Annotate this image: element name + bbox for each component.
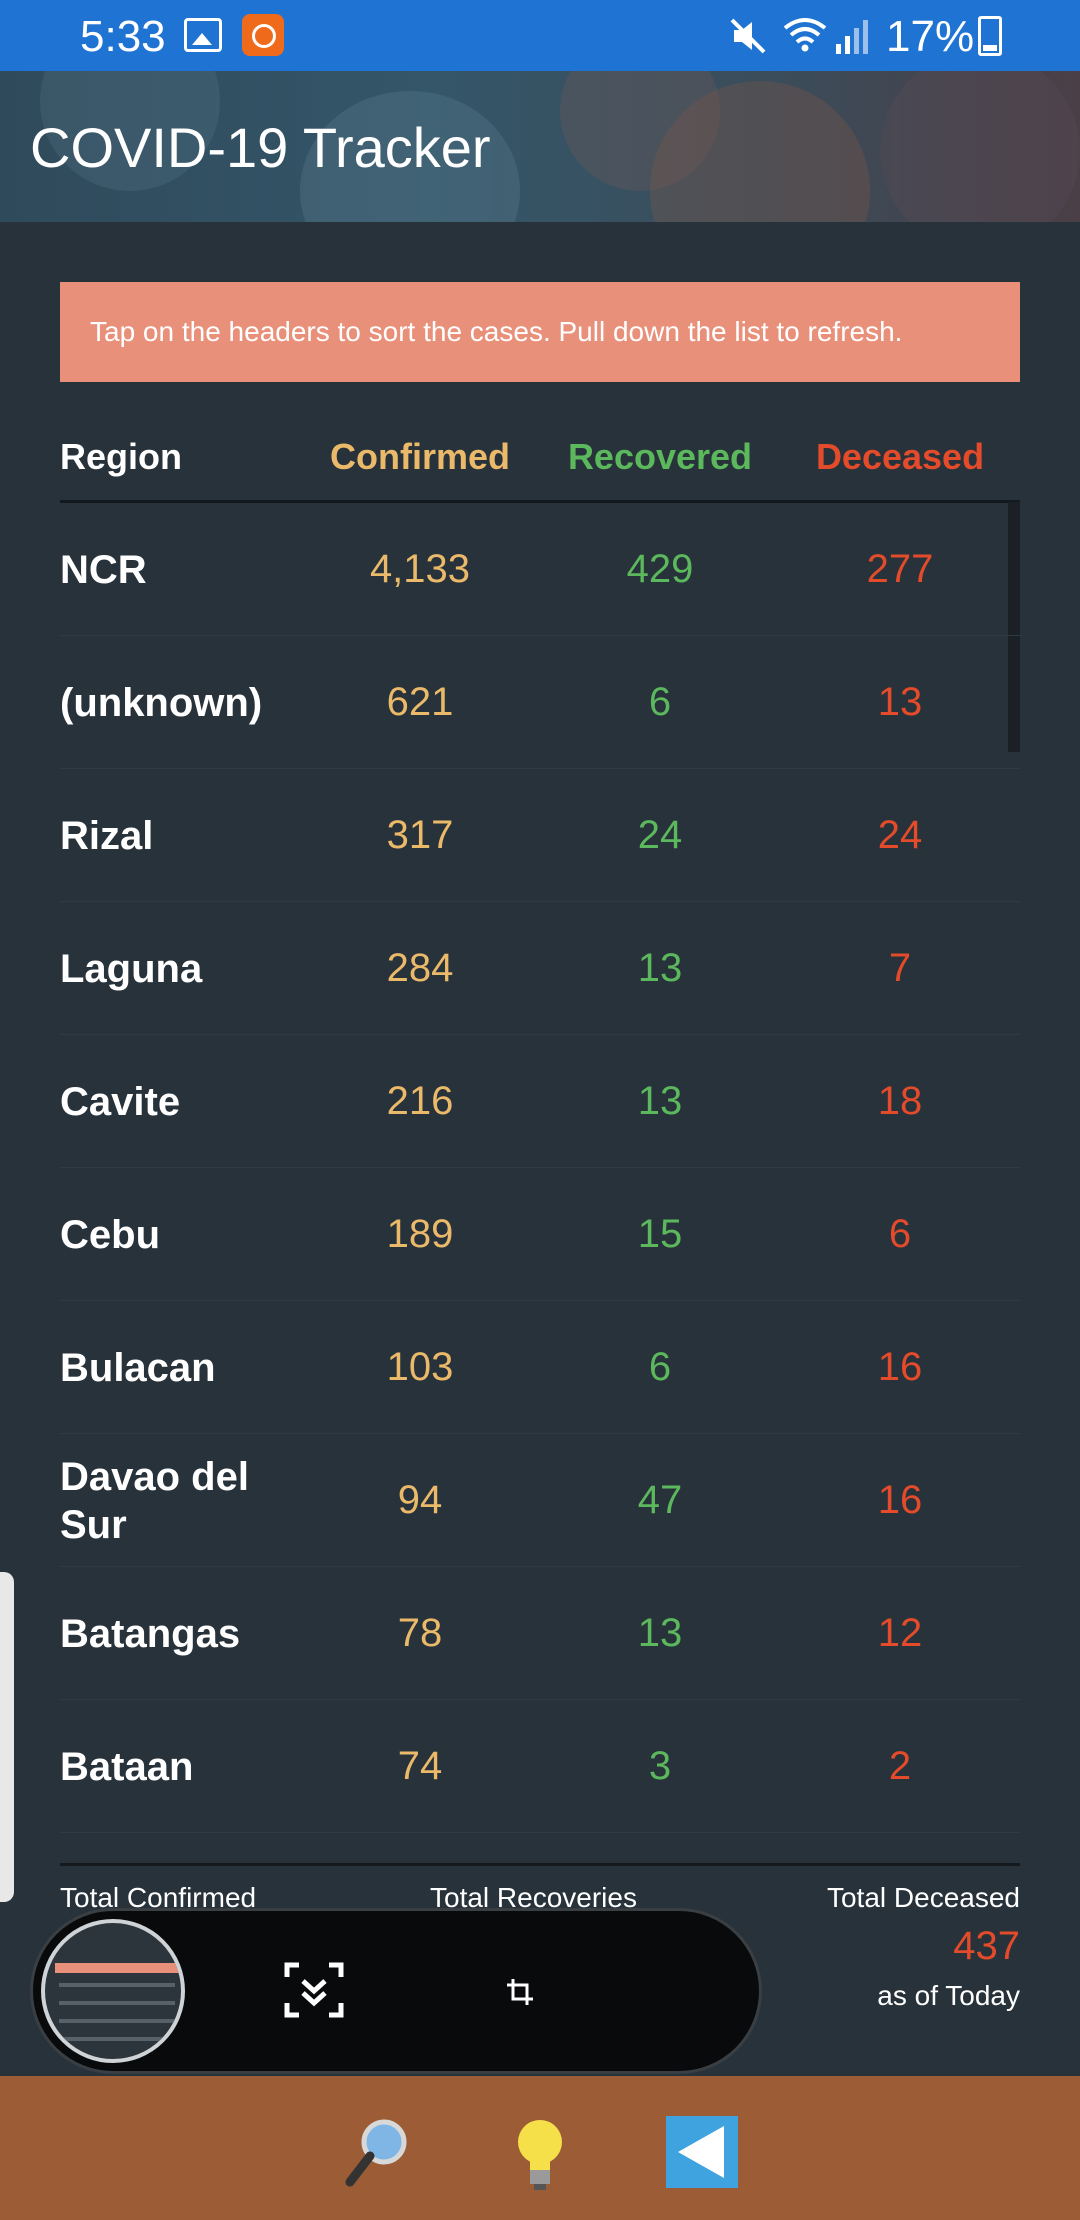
- header-recovered[interactable]: Recovered: [540, 436, 780, 478]
- edge-panel-handle[interactable]: [0, 1572, 14, 1902]
- cell-confirmed: 621: [386, 680, 454, 724]
- cell-recovered: 13: [637, 1079, 683, 1123]
- app-notification-icon: [242, 14, 284, 56]
- cell-deceased: 2: [888, 1744, 912, 1788]
- signal-icon: [836, 20, 868, 54]
- cell-region: Davao del Sur: [60, 1454, 249, 1547]
- screenshot-thumbnail[interactable]: [41, 1919, 185, 2063]
- bottom-nav: [0, 2076, 1080, 2220]
- header-deceased[interactable]: Deceased: [780, 436, 1020, 478]
- cell-region: Bataan: [60, 1744, 194, 1789]
- scroll-capture-icon[interactable]: [283, 1961, 345, 2019]
- table-row[interactable]: Rizal 317 24 24: [60, 769, 1020, 902]
- cell-confirmed: 94: [397, 1478, 443, 1522]
- cell-deceased: 24: [877, 813, 923, 857]
- cell-recovered: 13: [637, 1611, 683, 1655]
- status-time: 5:33: [80, 12, 166, 61]
- cell-confirmed: 317: [386, 813, 454, 857]
- cell-confirmed: 4,133: [369, 547, 471, 591]
- case-list[interactable]: NCR 4,133 429 277 (unknown) 621 6 13 Riz…: [60, 503, 1020, 1833]
- table-row[interactable]: Laguna 284 13 7: [60, 902, 1020, 1035]
- footer-divider: [60, 1863, 1020, 1866]
- cell-recovered: 3: [648, 1744, 672, 1788]
- cell-region: Rizal: [60, 813, 154, 858]
- cell-confirmed: 284: [386, 946, 454, 990]
- cell-deceased: 18: [877, 1079, 923, 1123]
- cell-recovered: 429: [626, 547, 694, 591]
- cell-deceased: 7: [888, 946, 912, 990]
- cell-region: Laguna: [60, 946, 203, 991]
- cell-confirmed: 78: [397, 1611, 443, 1655]
- screenshot-toolbar: [30, 1908, 762, 2074]
- table-row[interactable]: Bulacan 103 6 16: [60, 1301, 1020, 1434]
- wifi-icon: [783, 18, 827, 52]
- cell-confirmed: 74: [397, 1744, 443, 1788]
- gallery-icon: [184, 18, 222, 52]
- cell-region: Cavite: [60, 1079, 181, 1124]
- cell-deceased: 277: [866, 547, 934, 591]
- header-illustration: [880, 71, 1080, 222]
- main-content: Tap on the headers to sort the cases. Pu…: [0, 222, 1080, 2076]
- thumbnail-line: [59, 1983, 175, 1987]
- hint-banner: Tap on the headers to sort the cases. Pu…: [60, 282, 1020, 382]
- cell-region: (unknown): [60, 680, 263, 725]
- cell-region: Cebu: [60, 1212, 160, 1257]
- cell-deceased: 16: [877, 1478, 923, 1522]
- table-row[interactable]: Batangas 78 13 12: [60, 1567, 1020, 1700]
- crop-icon[interactable]: [505, 1977, 535, 2007]
- thumbnail-hint-bar: [55, 1963, 179, 1973]
- cell-region: NCR: [60, 547, 147, 592]
- cell-deceased: 13: [877, 680, 923, 724]
- table-row[interactable]: Cebu 189 15 6: [60, 1168, 1020, 1301]
- mute-icon: [730, 18, 766, 54]
- cell-confirmed: 216: [386, 1079, 454, 1123]
- table-row[interactable]: Davao del Sur 94 47 16: [60, 1434, 1020, 1567]
- cell-deceased: 16: [877, 1345, 923, 1389]
- header-confirmed[interactable]: Confirmed: [300, 436, 540, 478]
- cell-recovered: 15: [637, 1212, 683, 1256]
- cell-recovered: 13: [637, 946, 683, 990]
- lightbulb-icon[interactable]: [500, 2112, 580, 2192]
- battery-icon: [978, 16, 1002, 56]
- total-deceased-value: 437: [953, 1924, 1020, 1968]
- thumbnail-line: [59, 2037, 175, 2041]
- cell-confirmed: 189: [386, 1212, 454, 1256]
- search-icon[interactable]: [338, 2112, 418, 2192]
- thumbnail-line: [59, 2019, 175, 2023]
- back-icon[interactable]: [662, 2112, 742, 2192]
- table-row[interactable]: Bataan 74 3 2: [60, 1700, 1020, 1833]
- page-title: COVID-19 Tracker: [30, 116, 491, 179]
- cell-recovered: 47: [637, 1478, 683, 1522]
- as-of-label: as of Today: [877, 1980, 1020, 2011]
- total-deceased-label: Total Deceased: [826, 1882, 1020, 1913]
- cell-deceased: 12: [877, 1611, 923, 1655]
- battery-percent: 17%: [886, 12, 975, 61]
- cell-recovered: 6: [648, 680, 672, 724]
- cell-confirmed: 103: [386, 1345, 454, 1389]
- status-bar: 5:33 17%: [0, 0, 1080, 71]
- table-row[interactable]: (unknown) 621 6 13: [60, 636, 1020, 769]
- cell-region: Bulacan: [60, 1345, 216, 1390]
- cell-region: Batangas: [60, 1611, 241, 1656]
- cell-recovered: 6: [648, 1345, 672, 1389]
- cell-deceased: 6: [888, 1212, 912, 1256]
- table-row[interactable]: NCR 4,133 429 277: [60, 503, 1020, 636]
- app-header: COVID-19 Tracker: [0, 71, 1080, 222]
- thumbnail-line: [59, 2001, 175, 2005]
- header-region[interactable]: Region: [60, 436, 182, 478]
- table-header: Region Confirmed Recovered Deceased: [60, 412, 1020, 500]
- table-row[interactable]: Cavite 216 13 18: [60, 1035, 1020, 1168]
- cell-recovered: 24: [637, 813, 683, 857]
